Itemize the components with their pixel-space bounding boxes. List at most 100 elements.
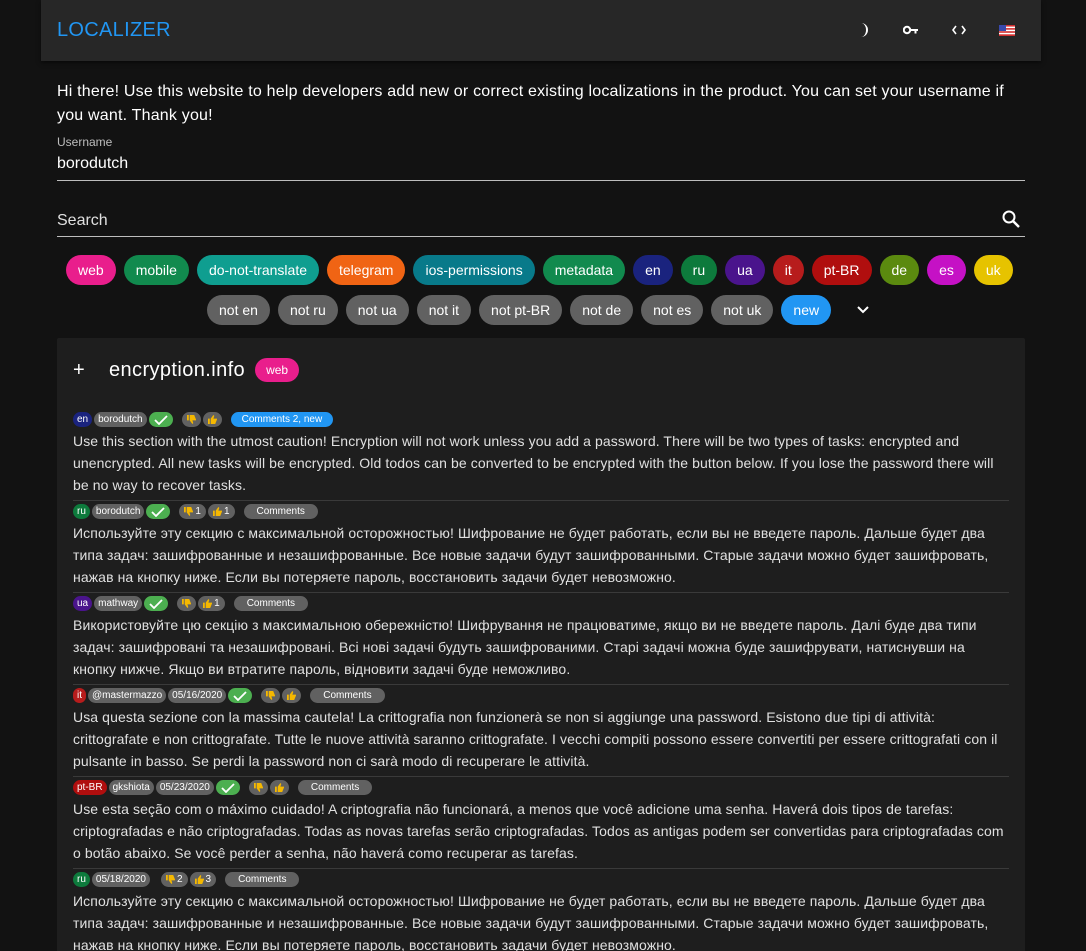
filter-chip-not-de[interactable]: not de xyxy=(570,295,634,325)
upvote-count: 3 xyxy=(205,874,212,885)
filter-chip-not-it[interactable]: not it xyxy=(416,295,472,325)
language-badge: ru xyxy=(73,504,90,519)
language-badge: ru xyxy=(73,872,90,887)
filter-chip-new[interactable]: new xyxy=(781,295,832,325)
upvote-button[interactable]: 3 xyxy=(189,872,217,887)
filter-chip-web[interactable]: web xyxy=(66,255,116,285)
author-chip: mathway xyxy=(94,596,143,611)
downvote-button[interactable]: 2 xyxy=(160,872,188,887)
variant-meta: ru 05/18/2020 2 3 Comments xyxy=(73,871,1009,888)
filter-chip-ru[interactable]: ru xyxy=(680,255,718,285)
filter-chip-not-pt-br[interactable]: not pt-BR xyxy=(479,295,563,325)
language-badge: pt-BR xyxy=(73,780,107,795)
date-chip: 05/18/2020 xyxy=(91,872,150,887)
upvote-count: 1 xyxy=(223,506,230,517)
filter-chip-telegram[interactable]: telegram xyxy=(327,255,406,285)
localization-key: encryption.info xyxy=(109,358,246,381)
downvote-button[interactable] xyxy=(181,412,201,427)
variant-text: Використовуйте цю секцію з максимальною … xyxy=(73,617,977,677)
downvote-button[interactable] xyxy=(248,780,268,795)
approved-check-icon xyxy=(148,412,173,427)
filter-chip-es[interactable]: es xyxy=(927,255,966,285)
downvote-count: 2 xyxy=(176,874,183,885)
filter-chip-it[interactable]: it xyxy=(772,255,804,285)
filter-chip-metadata[interactable]: metadata xyxy=(542,255,626,285)
language-badge: en xyxy=(73,412,93,427)
variant-list: en borodutch Comments 2, new Use this secti… xyxy=(73,409,1009,951)
dark-mode-icon[interactable] xyxy=(839,12,887,48)
filter-chip-mobile[interactable]: mobile xyxy=(123,255,189,285)
author-chip: @mastermazzo xyxy=(88,688,167,703)
username-field[interactable]: Username borodutch xyxy=(57,133,1025,181)
filter-chip-not-en[interactable]: not en xyxy=(207,295,270,325)
variant-meta: en borodutch Comments 2, new xyxy=(73,411,1009,428)
filter-chip-uk[interactable]: uk xyxy=(973,255,1013,285)
filter-chip-en[interactable]: en xyxy=(633,255,673,285)
upvote-button[interactable] xyxy=(282,688,302,703)
variant-text: Используйте эту секцию с максимальной ос… xyxy=(73,893,989,951)
author-chip: gkshiota xyxy=(108,780,154,795)
filter-chip-not-uk[interactable]: not uk xyxy=(711,295,774,325)
main-content: Hi there! Use this website to help devel… xyxy=(57,61,1025,951)
username-value[interactable]: borodutch xyxy=(57,155,128,173)
upvote-button[interactable]: 1 xyxy=(207,504,235,519)
downvote-button[interactable] xyxy=(177,596,197,611)
app-bar: LOCALIZER xyxy=(41,0,1041,61)
search-placeholder[interactable]: Search xyxy=(57,212,108,230)
variant-item: ru borodutch 1 1 Comments Используйте эту сек… xyxy=(73,501,1009,593)
variant-item: pt-BR gkshiota 05/23/2020 Comments Use esta … xyxy=(73,777,1009,869)
filter-chip-not-es[interactable]: not es xyxy=(641,295,704,325)
variant-meta: ua mathway 1 Comments xyxy=(73,595,1009,612)
approved-check-icon xyxy=(144,596,169,611)
upvote-count: 1 xyxy=(214,598,220,609)
filter-tags: web mobile do-not-translate telegram ios-per… xyxy=(66,255,1013,285)
filter-chip-do-not-translate[interactable]: do-not-translate xyxy=(196,255,319,285)
comments-button[interactable]: Comments xyxy=(233,596,309,611)
app-title[interactable]: LOCALIZER xyxy=(57,19,171,42)
chevron-down-icon[interactable] xyxy=(843,295,883,325)
filter-chip-not-ua[interactable]: not ua xyxy=(345,295,409,325)
approved-check-icon xyxy=(228,688,253,703)
filter-chip-de[interactable]: de xyxy=(879,255,920,285)
upvote-button[interactable]: 1 xyxy=(198,596,225,611)
key-tag: web xyxy=(255,358,300,382)
variant-meta: it @mastermazzo 05/16/2020 Comments xyxy=(73,687,1009,704)
downvote-count: 1 xyxy=(195,506,201,517)
variant-item: ru 05/18/2020 2 3 Comments Используйте эту се… xyxy=(73,869,1009,951)
key-icon[interactable] xyxy=(887,12,935,48)
variant-meta: pt-BR gkshiota 05/23/2020 Comments xyxy=(73,779,1009,796)
intro-text: Hi there! Use this website to help devel… xyxy=(57,83,1004,124)
comments-button[interactable]: Comments 2, new xyxy=(230,412,334,427)
author-chip: borodutch xyxy=(91,504,145,519)
variant-text: Use esta seção com o máximo cuidado! A c… xyxy=(73,801,1004,861)
variant-item: it @mastermazzo 05/16/2020 Comments Usa ques… xyxy=(73,685,1009,777)
variant-item: en borodutch Comments 2, new Use this secti… xyxy=(73,409,1009,501)
filter-chip-ua[interactable]: ua xyxy=(725,255,765,285)
filter-chip-ios-permissions[interactable]: ios-permissions xyxy=(413,255,535,285)
language-badge: it xyxy=(73,688,86,703)
code-icon[interactable] xyxy=(935,12,983,48)
variant-item: ua mathway 1 Comments Використовуйте цю секц… xyxy=(73,593,1009,685)
search-icon[interactable] xyxy=(1001,209,1021,229)
username-label: Username xyxy=(57,135,113,149)
upvote-button[interactable] xyxy=(202,412,222,427)
variant-text: Usa questa sezione con la massima cautel… xyxy=(73,709,998,769)
comments-button[interactable]: Comments xyxy=(225,872,300,887)
variant-text: Use this section with the utmost caution… xyxy=(73,433,994,493)
downvote-button[interactable]: 1 xyxy=(179,504,206,519)
search-field[interactable]: Search xyxy=(57,199,1025,237)
date-chip: 05/23/2020 xyxy=(155,780,214,795)
filter-chip-not-ru[interactable]: not ru xyxy=(277,295,338,325)
comments-button[interactable]: Comments xyxy=(310,688,385,703)
us-flag-icon[interactable] xyxy=(983,12,1031,48)
author-chip: borodutch xyxy=(94,412,147,427)
comments-button[interactable]: Comments xyxy=(297,780,373,795)
approved-check-icon xyxy=(215,780,240,795)
add-variant-icon[interactable]: + xyxy=(73,359,101,382)
date-chip: 05/16/2020 xyxy=(168,688,227,703)
comments-button[interactable]: Comments xyxy=(243,504,318,519)
approved-check-icon xyxy=(146,504,171,519)
upvote-button[interactable] xyxy=(269,780,289,795)
downvote-button[interactable] xyxy=(261,688,281,703)
filter-chip-pt-br[interactable]: pt-BR xyxy=(811,255,872,285)
